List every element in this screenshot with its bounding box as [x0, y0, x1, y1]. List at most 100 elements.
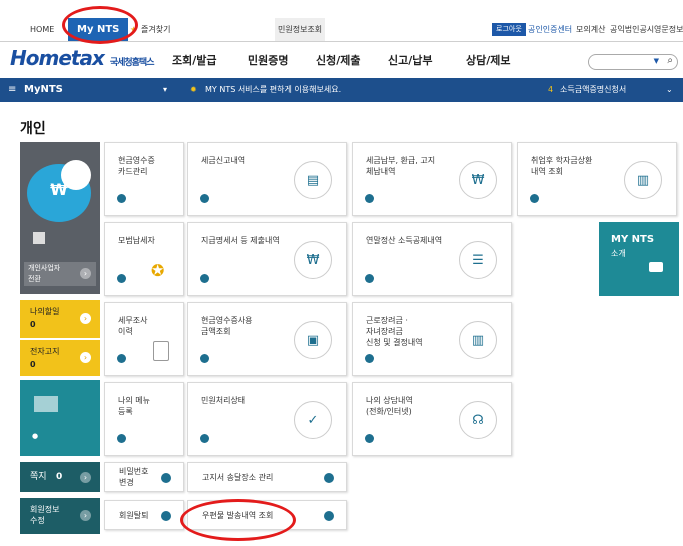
arrow-icon	[200, 354, 209, 363]
notice-text: MY NTS 서비스를 편하게 이용해보세요.	[205, 85, 342, 94]
annotation-circle	[62, 6, 138, 44]
medal-icon: ✪	[151, 261, 165, 280]
check-icon: ✓	[294, 401, 332, 439]
arrow-icon	[365, 434, 374, 443]
arrow-icon	[117, 434, 126, 443]
tile-tax-audit-history[interactable]: 세무조사 이력	[104, 302, 184, 376]
promo-text[interactable]: 소득금액증명신청서	[560, 78, 626, 102]
arrow-icon	[117, 194, 126, 203]
tile-year-end-deduction[interactable]: 연말정산 소득공제내역 ☰	[352, 222, 512, 296]
tile-consultation-history[interactable]: 나의 상담내역 (전화/인터넷) ☊	[352, 382, 512, 456]
mynts-intro-title: MY NTS	[611, 234, 655, 245]
sun-icon: ✹	[190, 85, 197, 94]
arrow-icon	[200, 434, 209, 443]
tile-label: 현금영수증사용 금액조회	[201, 316, 253, 336]
menu-report[interactable]: 신고/납부	[388, 52, 433, 68]
dropdown-icon[interactable]: ▼	[654, 57, 659, 65]
tile-my-menu-register[interactable]: 나의 메뉴 등록	[104, 382, 184, 456]
mynts-intro-card[interactable]: MY NTS 소개	[599, 222, 679, 296]
logo-text: Hometax	[10, 46, 105, 70]
cert-center-link[interactable]: 공인인증센터	[528, 18, 572, 41]
biz-switch-label: 개인사업자 전환	[28, 264, 61, 283]
logo-subtext: 국세청홈택스	[109, 58, 155, 68]
english-link[interactable]: 영문정보	[654, 18, 683, 41]
tile-label: 지급명세서 등 제출내역	[201, 236, 280, 245]
avatar	[33, 232, 45, 244]
headset-icon: ☊	[459, 401, 497, 439]
tile-cash-receipt-card[interactable]: 현금영수증 카드관리	[104, 142, 184, 216]
tile-label: 회원탈퇴	[119, 511, 149, 520]
tile-payment-statement-submission[interactable]: 지급명세서 등 제출내역 ₩	[187, 222, 347, 296]
character-icon	[61, 160, 91, 190]
tile-label: 모범납세자	[118, 236, 155, 245]
menu-consult[interactable]: 상담/제보	[466, 52, 511, 68]
tile-label: 현금영수증 카드관리	[118, 156, 155, 176]
arrow-icon	[365, 354, 374, 363]
mock-calc-link[interactable]: 모의계산	[576, 18, 605, 41]
message-label: 쪽지	[30, 472, 47, 482]
my-todo-card[interactable]: 나의할일 0 ›	[20, 300, 100, 338]
tile-label: 세무조사 이력	[118, 316, 148, 336]
hometax-page: HOME My NTS ★ 즐겨찾기 민원정보조회 로그아웃 공인인증센터 모의…	[0, 0, 683, 546]
mynts-title[interactable]: MyNTS	[24, 78, 63, 102]
arrow-icon	[530, 194, 539, 203]
tile-earned-income-credit[interactable]: 근로장려금 · 자녀장려금 신청 및 결정내역 ▥	[352, 302, 512, 376]
tile-tax-payment-refund[interactable]: 세금납부, 환급, 고지 체납내역 ₩	[352, 142, 512, 216]
search-icon[interactable]: ⌕	[667, 55, 673, 66]
tile-model-taxpayer[interactable]: 모범납세자 ✪	[104, 222, 184, 296]
corp-disclosure-link[interactable]: 공익법인공시	[610, 18, 654, 41]
notebook-icon	[153, 341, 169, 361]
hometax-logo[interactable]: Hometax 국세청홈택스	[10, 46, 154, 72]
tile-withdraw-membership[interactable]: 회원탈퇴	[104, 500, 184, 530]
logout-button[interactable]: 로그아웃	[492, 23, 526, 36]
chevron-right-icon: ›	[80, 352, 91, 363]
tile-tax-return-history[interactable]: 세금신고내역 ▤	[187, 142, 347, 216]
chevron-down-icon[interactable]: ▾	[163, 78, 167, 102]
e-notice-count: 0	[30, 360, 36, 369]
home-link[interactable]: HOME	[30, 18, 54, 41]
wallet-illustration-icon: ₩	[27, 160, 91, 222]
biz-switch-button[interactable]: 개인사업자 전환 ›	[24, 262, 96, 286]
receipt-icon: ▣	[294, 321, 332, 359]
tile-bill-delivery-address[interactable]: 고지서 송달장소 관리	[187, 462, 347, 492]
menu-apply[interactable]: 신청/제출	[316, 52, 361, 68]
tile-label: 세금신고내역	[201, 156, 246, 165]
tile-cash-receipt-amount[interactable]: 현금영수증사용 금액조회 ▣	[187, 302, 347, 376]
search-input[interactable]: ▼ ⌕	[588, 54, 678, 70]
signpost-icon	[649, 262, 663, 272]
member-edit-card[interactable]: 회원정보 수정 ›	[20, 498, 100, 534]
info-link[interactable]: 민원정보조회	[275, 18, 326, 41]
member-edit-label: 회원정보 수정	[30, 505, 60, 525]
menu-icon[interactable]: ≡	[8, 78, 16, 102]
menu-certificate[interactable]: 민원증명	[248, 52, 288, 68]
dot-icon: ●	[32, 432, 39, 440]
number-badge: 4	[548, 85, 554, 94]
open-book-icon: ▥	[459, 321, 497, 359]
section-title: 개인	[20, 121, 46, 137]
e-notice-card[interactable]: 전자고지 0 ›	[20, 340, 100, 376]
my-todo-count: 0	[30, 320, 36, 329]
message-count: 0	[56, 472, 63, 482]
tile-student-loan-repayment[interactable]: 취업후 학자금상환 내역 조회 ▥	[517, 142, 677, 216]
arrow-icon	[365, 274, 374, 283]
arrow-icon	[200, 194, 209, 203]
arrow-icon	[161, 473, 171, 483]
tile-civil-affairs-status[interactable]: 민원처리상태 ✓	[187, 382, 347, 456]
message-card[interactable]: 쪽지 0 ›	[20, 462, 100, 492]
mynts-bar: ≡ MyNTS ▾ ✹ MY NTS 서비스를 편하게 이용해보세요. 4 소득…	[0, 78, 683, 102]
tile-label: 민원처리상태	[201, 396, 246, 405]
menu-inquiry[interactable]: 조회/발급	[172, 52, 217, 68]
won-coin-icon: ₩	[459, 161, 497, 199]
my-todo-label: 나의할일	[30, 307, 60, 316]
chevron-down-icon[interactable]: ⌄	[666, 78, 673, 102]
annotation-circle	[180, 499, 296, 541]
profile-card: ₩ 개인사업자 전환 ›	[20, 142, 100, 294]
tile-label: 나의 메뉴 등록	[118, 396, 150, 416]
arrow-icon	[161, 511, 171, 521]
arrow-icon	[200, 274, 209, 283]
chevron-right-icon: ›	[80, 472, 91, 483]
tile-label: 취업후 학자금상환 내역 조회	[531, 156, 593, 176]
tile-change-password[interactable]: 비밀번호 변경	[104, 462, 184, 492]
teal-promo-card[interactable]: ●	[20, 380, 100, 456]
favorites-link[interactable]: 즐겨찾기	[141, 18, 170, 41]
